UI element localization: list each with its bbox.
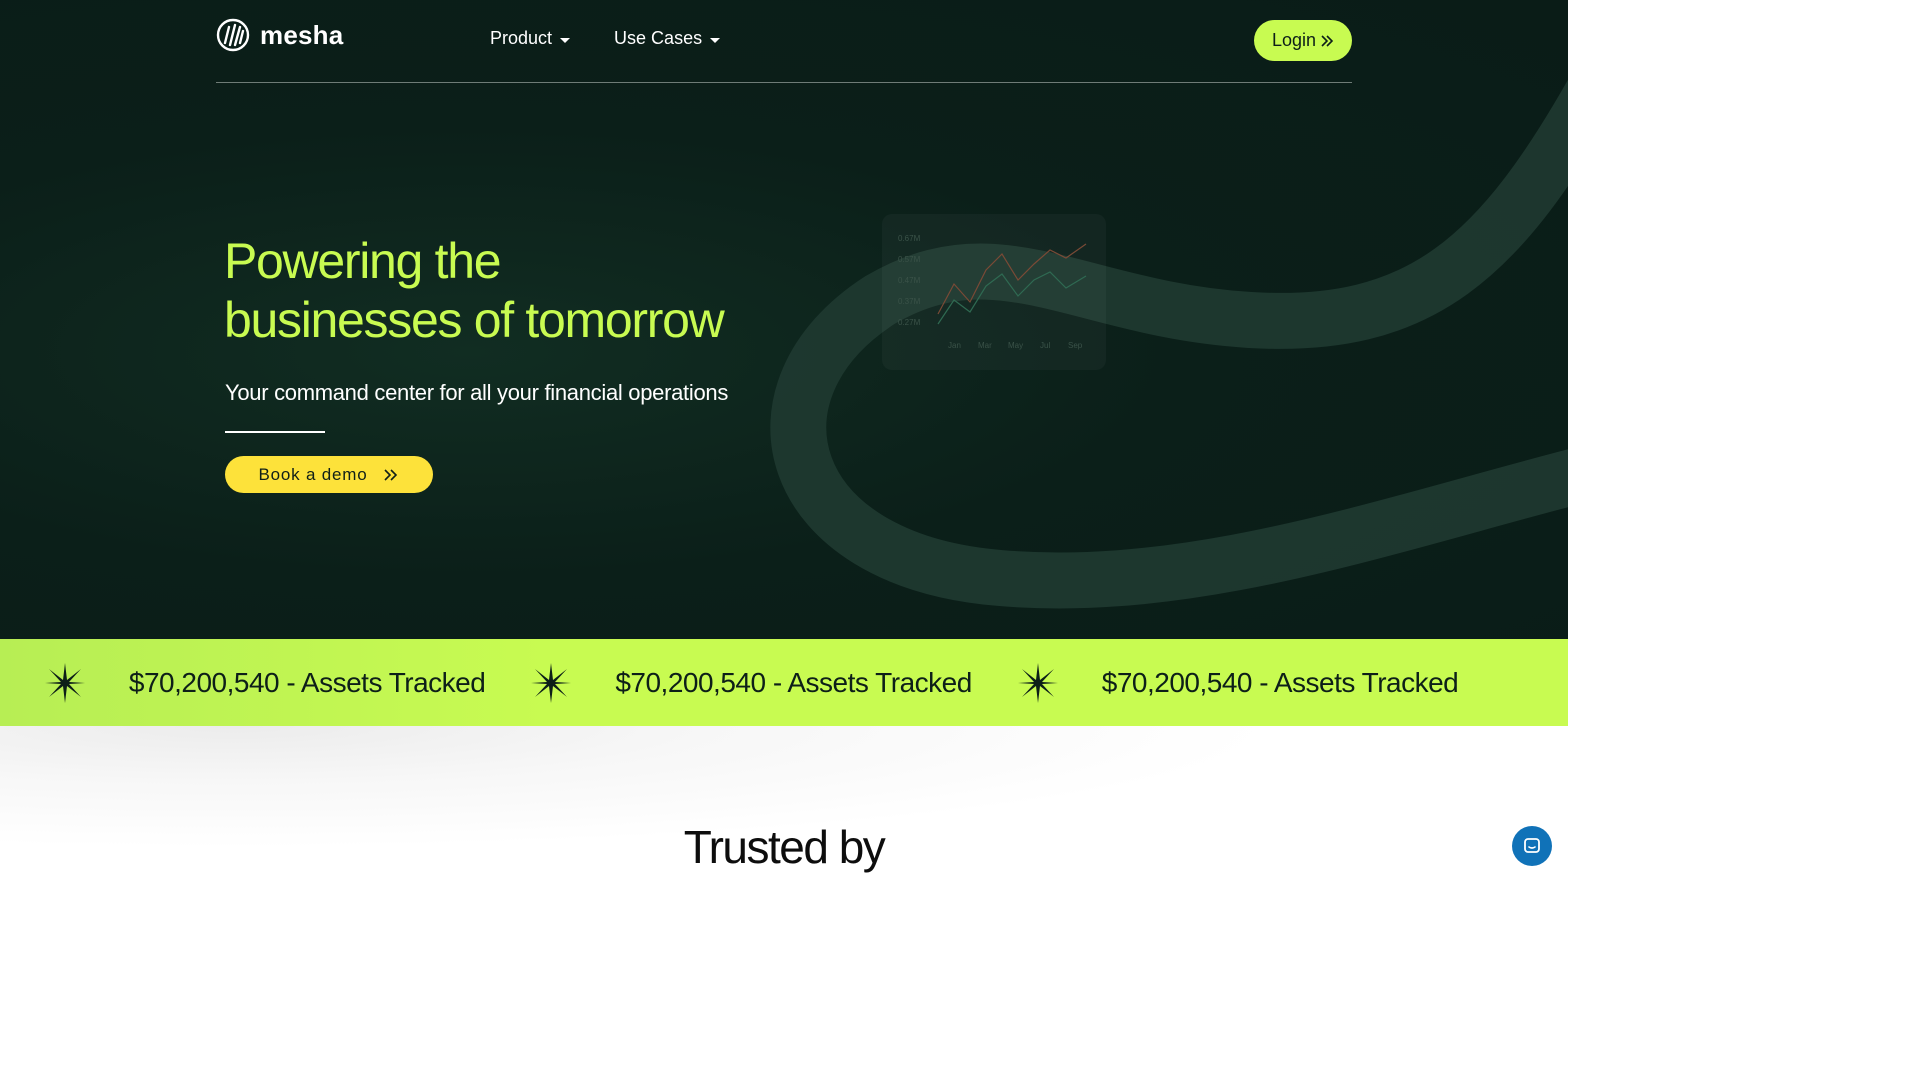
star-burst-icon: [1017, 662, 1058, 703]
chart-y-tick: 0.57M: [898, 255, 921, 264]
hero-divider: [225, 431, 325, 433]
chart-y-tick: 0.47M: [898, 276, 921, 285]
trusted-by-section: Trusted by: [0, 726, 1568, 882]
book-demo-label: Book a demo: [258, 464, 368, 484]
assets-ticker-banner: icked $70,200,540 - Assets Tracked $70,2…: [0, 639, 1568, 726]
hero-headline-line-1: Powering the: [224, 233, 502, 289]
login-label: Login: [1271, 30, 1317, 50]
ticker-text: $70,200,540 - Assets Tracked: [615, 666, 972, 698]
main-nav: Product Use Cases: [490, 28, 721, 49]
login-button[interactable]: Login: [1254, 20, 1352, 61]
chart-y-tick: 0.37M: [898, 297, 921, 306]
top-navigation-bar: mesha Product Use Cases Login: [216, 0, 1352, 83]
chart-x-tick: Sep: [1068, 341, 1083, 350]
ticker-text: $70,200,540 - Assets Tracked: [1101, 666, 1459, 698]
chevron-down-icon: [710, 37, 721, 43]
hero-headline: Powering the businesses of tomorrow: [224, 232, 728, 350]
chevron-down-icon: [560, 37, 571, 43]
brand-name: mesha: [260, 19, 344, 50]
chat-launcher-button[interactable]: [1512, 826, 1552, 866]
chart-line-red: [937, 243, 1087, 315]
double-chevron-right-icon: [384, 468, 398, 481]
nav-use-cases-label: Use Cases: [614, 28, 703, 48]
chart-y-tick: 0.67M: [898, 234, 921, 243]
chart-x-tick: Jan: [948, 341, 961, 350]
ticker-item: $70,200,540 - Assets Tracked: [40, 662, 486, 703]
mesha-logo-icon: [216, 18, 250, 52]
brand-logo[interactable]: mesha: [216, 18, 343, 52]
hero-section: 0.67M 0.57M 0.47M 0.37M 0.27M Jan Mar Ma…: [0, 0, 1568, 640]
chart-y-tick: 0.27M: [898, 318, 921, 327]
hero-subheadline: Your command center for all your financi…: [225, 380, 729, 405]
ticker-viewport: icked $70,200,540 - Assets Tracked $70,2…: [40, 639, 1528, 726]
mini-chart-graphic: 0.67M 0.57M 0.47M 0.37M 0.27M Jan Mar Ma…: [898, 234, 1087, 350]
chart-line-green: [937, 271, 1087, 325]
ticker-item: $70,200,540 - Assets Tracked: [972, 662, 1459, 703]
nav-use-cases-dropdown[interactable]: Use Cases: [614, 28, 721, 49]
ticker-item: $70,200,540 - Assets Tracked: [485, 662, 972, 703]
book-demo-button[interactable]: Book a demo: [225, 456, 433, 493]
trusted-by-heading: Trusted by: [683, 821, 886, 873]
chart-x-tick: May: [1008, 341, 1023, 350]
double-chevron-right-icon: [1321, 34, 1334, 47]
chat-bubble-icon: [1524, 838, 1540, 853]
nav-product-label: Product: [490, 28, 553, 48]
ticker-track: icked $70,200,540 - Assets Tracked $70,2…: [40, 639, 1459, 726]
hero-headline-line-2: businesses of tomorrow: [224, 292, 725, 348]
ticker-text: $70,200,540 - Assets Tracked: [128, 666, 486, 698]
chart-x-tick: Jul: [1040, 341, 1050, 350]
mini-chart-card: 0.67M 0.57M 0.47M 0.37M 0.27M Jan Mar Ma…: [882, 214, 1106, 370]
star-burst-icon: [531, 662, 572, 703]
star-burst-icon: [44, 662, 85, 703]
hero-copy: Powering the businesses of tomorrow Your…: [224, 232, 728, 493]
nav-product-dropdown[interactable]: Product: [490, 28, 571, 49]
chart-x-tick: Mar: [978, 341, 992, 350]
